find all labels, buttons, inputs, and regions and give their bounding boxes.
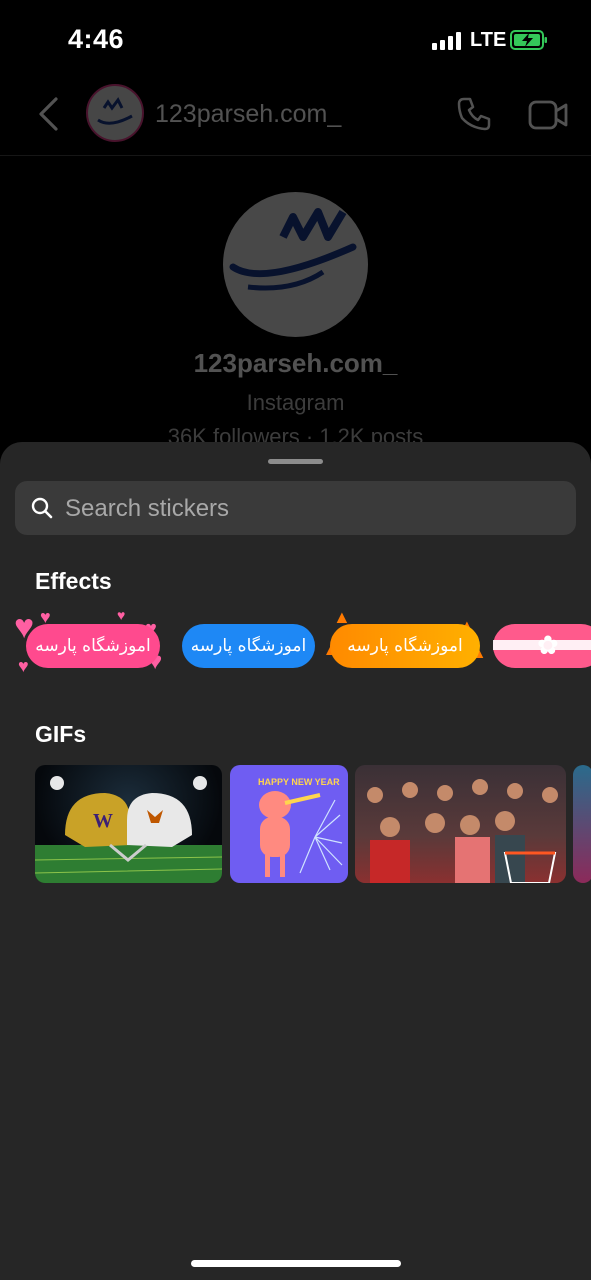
header-avatar[interactable] (86, 84, 144, 142)
effects-title: Effects (35, 568, 112, 594)
search-input[interactable] (63, 481, 547, 537)
svg-text:W: W (93, 810, 113, 832)
new-year-image: HAPPY NEW YEAR (258, 777, 343, 877)
svg-text:HAPPY NEW YEAR: HAPPY NEW YEAR (258, 777, 340, 787)
home-indicator (191, 1260, 401, 1267)
gif-happy-new-year[interactable]: HAPPY NEW YEAR (230, 765, 348, 883)
header-username[interactable]: 123parseh.com_ (155, 100, 341, 129)
profile-avatar[interactable] (223, 192, 368, 337)
phone-call-icon[interactable] (456, 96, 492, 132)
search-bar[interactable] (15, 481, 576, 537)
search-icon (31, 497, 53, 519)
back-arrow-icon[interactable] (36, 96, 60, 132)
effect-fire[interactable]: اموزشگاه پارسه (330, 624, 480, 668)
sticker-sheet: Effects ♥ ♥ ♥ ♥ ♥ ♥ اموزشگاه پارسه اموزش… (0, 442, 591, 1280)
gift-bow-icon: ✿ (537, 630, 559, 660)
heart-icon: ♥ (117, 607, 126, 623)
gif-football-helmets[interactable]: W (35, 765, 222, 883)
profile-platform: Instagram (246, 390, 345, 415)
gif-basketball-crowd[interactable] (355, 765, 566, 883)
crowd-image (367, 779, 558, 883)
effect-hearts[interactable]: اموزشگاه پارسه (26, 624, 160, 668)
header-divider (0, 155, 591, 156)
helmets-image: W (35, 776, 222, 883)
status-bar: 4:46 LTE (0, 0, 591, 80)
battery-charging-icon (510, 30, 547, 50)
profile-name: 123parseh.com_ (193, 348, 398, 378)
heart-icon: ♥ (18, 656, 29, 676)
gif-partial[interactable] (573, 765, 591, 883)
video-call-icon[interactable] (528, 98, 568, 132)
signal-icon (432, 32, 464, 50)
gifs-title: GIFs (35, 721, 87, 747)
status-time: 4:46 (68, 24, 125, 54)
network-label: LTE (470, 29, 507, 51)
effect-balloons[interactable]: اموزشگاه پارسه (182, 624, 315, 668)
chat-background: 123parseh.com_ 123parseh.com_ Instagram … (0, 80, 591, 480)
parseh-logo-large-icon (229, 208, 357, 291)
sheet-drag-handle[interactable] (268, 459, 323, 464)
parseh-logo-icon (97, 97, 133, 125)
